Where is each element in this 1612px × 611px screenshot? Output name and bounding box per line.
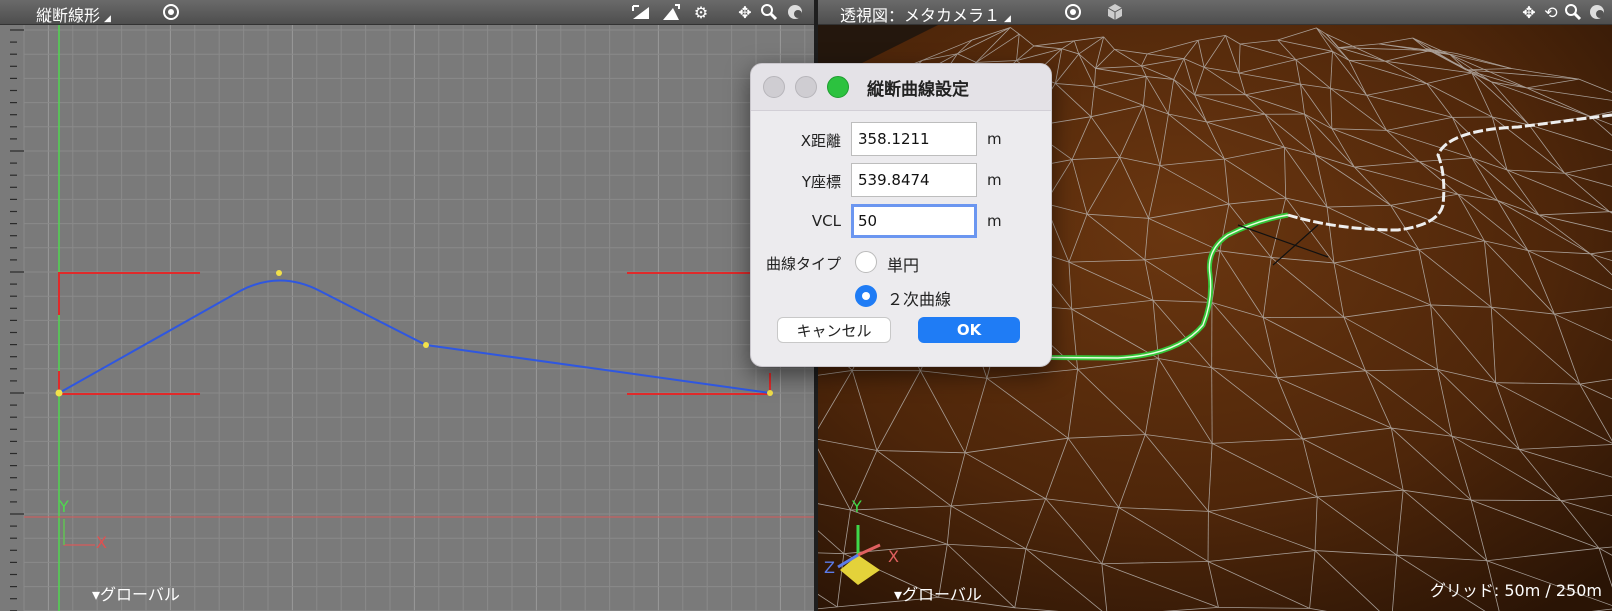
x-distance-unit: m <box>987 130 1002 148</box>
rotate-icon[interactable]: ⟲ <box>1540 1 1562 23</box>
y-axis-label: Y <box>59 497 69 516</box>
profile-point-pi <box>276 270 282 276</box>
target-icon[interactable] <box>1062 1 1084 23</box>
y-coordinate-unit: m <box>987 171 1002 189</box>
dropdown-corner-icon: ◢ <box>1004 14 1011 24</box>
vcl-unit: m <box>987 212 1002 230</box>
profile-point-end <box>767 390 773 396</box>
ok-button[interactable]: OK <box>918 317 1020 343</box>
profile-canvas[interactable]: Y X ▾グローバル <box>0 25 814 611</box>
profile-point-start <box>55 389 63 397</box>
zoom-magnifier-icon[interactable] <box>758 1 780 23</box>
x-axis-label: X <box>96 533 107 552</box>
dialog-titlebar[interactable]: 縦断曲線設定 <box>751 64 1051 111</box>
coord-system-dropdown[interactable]: ▾グローバル <box>894 581 982 605</box>
move-arrows-icon[interactable]: ✥ <box>734 1 756 23</box>
z-axis-label: Z <box>824 558 835 577</box>
vertical-curve-dialog: 縦断曲線設定 X距離 m Y座標 m VCL m 曲線タイプ 単円 ２次曲線 キ… <box>750 63 1052 367</box>
grid-status-text: グリッド: 50m / 250m <box>1429 581 1602 600</box>
curve-type-label: 曲線タイプ <box>765 255 841 273</box>
zoom-button[interactable] <box>827 76 849 98</box>
radio-quadratic-curve-label[interactable]: ２次曲線 <box>887 286 951 310</box>
fit-tool-icon[interactable] <box>660 1 682 23</box>
dropdown-corner-icon: ◢ <box>104 14 111 24</box>
profile-view-title[interactable]: 縦断線形 ◢ <box>36 2 111 26</box>
target-icon[interactable] <box>160 1 182 23</box>
profile-view-pane[interactable]: 縦断線形 ◢ ⚙ ✥ Y X ▾グローバル <box>0 0 814 611</box>
y-coordinate-input[interactable] <box>851 163 977 197</box>
radio-quadratic-curve[interactable] <box>855 285 877 307</box>
x-axis-label: X <box>888 547 899 566</box>
x-distance-label: X距離 <box>800 132 841 150</box>
y-coordinate-label: Y座標 <box>801 173 841 191</box>
x-distance-input[interactable] <box>851 122 977 156</box>
profile-view-titlebar: 縦断線形 ◢ ⚙ ✥ <box>0 0 814 25</box>
profile-point-ip <box>423 342 429 348</box>
perspective-view-titlebar: 透視図：メタカメラ１ ◢ ✥ ⟲ <box>818 0 1612 25</box>
y-axis-label: Y <box>852 497 862 516</box>
shading-sphere-icon[interactable] <box>1586 1 1608 23</box>
perspective-view-title[interactable]: 透視図：メタカメラ１ ◢ <box>840 2 1011 26</box>
dialog-title: 縦断曲線設定 <box>867 80 969 100</box>
move-arrows-icon[interactable]: ✥ <box>1518 1 1540 23</box>
vcl-input[interactable] <box>851 204 977 238</box>
minimize-button[interactable] <box>795 76 817 98</box>
cube-icon[interactable] <box>1104 1 1126 23</box>
radio-single-circle-label[interactable]: 単円 <box>887 252 919 276</box>
profile-grid <box>10 25 814 611</box>
close-button[interactable] <box>763 76 785 98</box>
coord-system-dropdown[interactable]: ▾グローバル <box>92 581 180 605</box>
scale-tool-icon[interactable] <box>630 1 652 23</box>
radio-single-circle[interactable] <box>855 251 877 273</box>
settings-gear-icon[interactable]: ⚙ <box>690 1 712 23</box>
vcl-label: VCL <box>811 212 841 230</box>
zoom-magnifier-icon[interactable] <box>1562 1 1584 23</box>
cancel-button[interactable]: キャンセル <box>777 317 891 343</box>
shading-sphere-icon[interactable] <box>784 1 806 23</box>
